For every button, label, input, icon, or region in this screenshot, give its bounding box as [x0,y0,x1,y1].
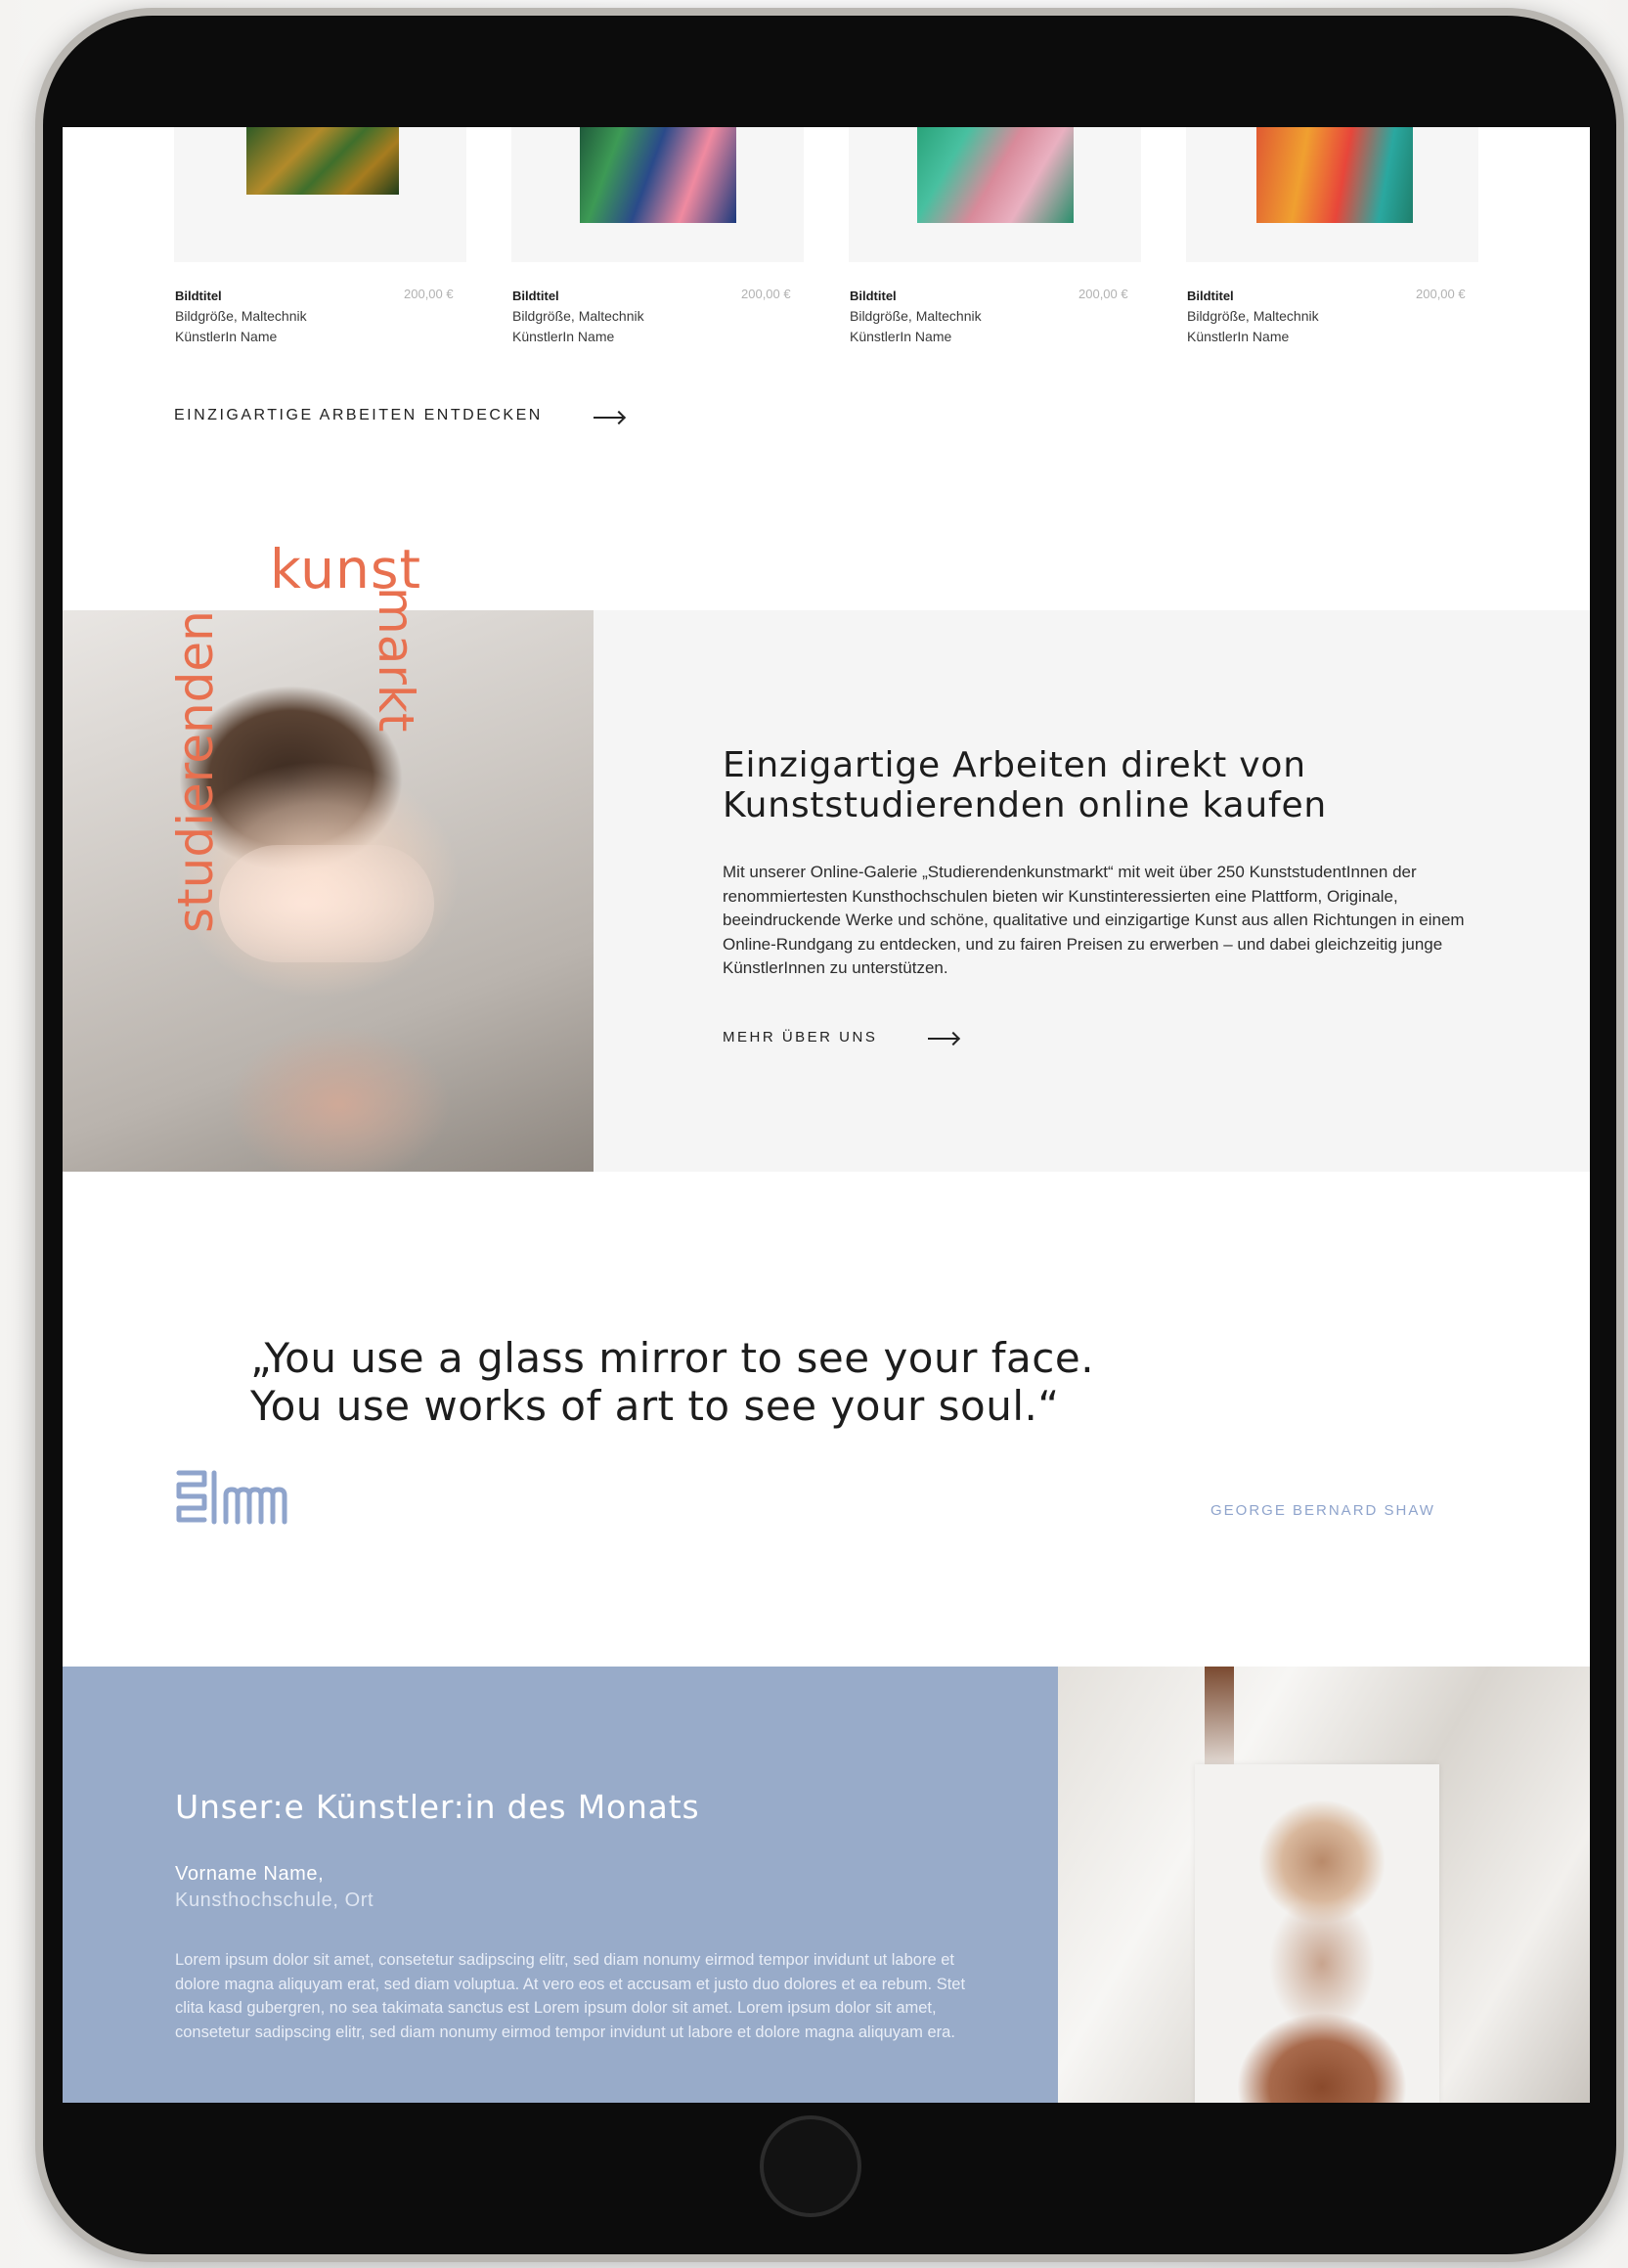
studierendenkunstmarkt-logo [176,1470,287,1525]
artist-of-month-title: Unser:e Künstler:in des Monats [175,1788,700,1826]
quote-line1: „You use a glass mirror to see your face… [250,1334,1095,1382]
product-info-1: Bildtitel Bildgröße, Maltechnik Künstler… [175,286,307,347]
product-size-technique: Bildgröße, Maltechnik [175,308,307,324]
artwork-image [917,127,1074,223]
arrow-right-icon[interactable] [928,1038,957,1040]
product-size-technique: Bildgröße, Maltechnik [512,308,644,324]
product-info-3: Bildtitel Bildgröße, Maltechnik Künstler… [850,286,982,347]
product-info-2: Bildtitel Bildgröße, Maltechnik Künstler… [512,286,644,347]
about-title-line2: Kunststudierenden online kaufen [723,785,1328,825]
product-size-technique: Bildgröße, Maltechnik [850,308,982,324]
product-price: 200,00 € [741,287,791,301]
product-artist[interactable]: KünstlerIn Name [1187,327,1319,347]
product-card-1[interactable] [174,127,466,262]
product-title[interactable]: Bildtitel [175,286,307,306]
product-title[interactable]: Bildtitel [512,286,644,306]
product-card-3[interactable] [849,127,1141,262]
product-price: 200,00 € [1416,287,1466,301]
brand-word-studierenden: studierenden [167,610,224,933]
discover-link-label[interactable]: EINZIGARTIGE ARBEITEN ENTDECKEN [174,407,543,424]
about-title: Einzigartige Arbeiten direkt von Kunstst… [723,745,1466,825]
artwork-image [1256,127,1413,223]
quote-author: GEORGE BERNARD SHAW [1210,1502,1435,1519]
website-screen: Bildtitel Bildgröße, Maltechnik Künstler… [63,127,1590,2103]
about-body: Mit unserer Online-Galerie „Studierenden… [723,863,1465,977]
product-title[interactable]: Bildtitel [850,286,982,306]
product-price: 200,00 € [1078,287,1128,301]
artist-of-month-body: Lorem ipsum dolor sit amet, consetetur s… [175,1951,966,2041]
hero-portrait-image [63,610,594,1172]
product-info-4: Bildtitel Bildgröße, Maltechnik Künstler… [1187,286,1319,347]
quote-text: „You use a glass mirror to see your face… [250,1334,1228,1430]
product-card-2[interactable] [511,127,804,262]
artist-school: Kunsthochschule, Ort [175,1890,374,1911]
product-artist[interactable]: KünstlerIn Name [512,327,644,347]
painting-canvas [1195,1764,1439,2103]
product-title[interactable]: Bildtitel [1187,286,1319,306]
quote-line2: You use works of art to see your soul.“ [250,1382,1060,1430]
painted-face [1234,1794,1410,2103]
product-price: 200,00 € [404,287,454,301]
product-size-technique: Bildgröße, Maltechnik [1187,308,1319,324]
about-link-label[interactable]: MEHR ÜBER UNS [723,1029,877,1045]
product-artist[interactable]: KünstlerIn Name [850,327,982,347]
product-card-4[interactable] [1186,127,1478,262]
arrow-right-icon[interactable] [594,417,623,419]
artwork-image [580,127,736,223]
artist-of-month-image [1058,1667,1590,2103]
about-title-line1: Einzigartige Arbeiten direkt von [723,745,1306,785]
artist-name[interactable]: Vorname Name, [175,1861,324,1888]
brand-word-markt: markt [368,587,424,733]
product-artist[interactable]: KünstlerIn Name [175,327,307,347]
artwork-image [246,127,399,195]
home-button[interactable] [760,2115,861,2217]
portrait-detail [219,845,434,962]
